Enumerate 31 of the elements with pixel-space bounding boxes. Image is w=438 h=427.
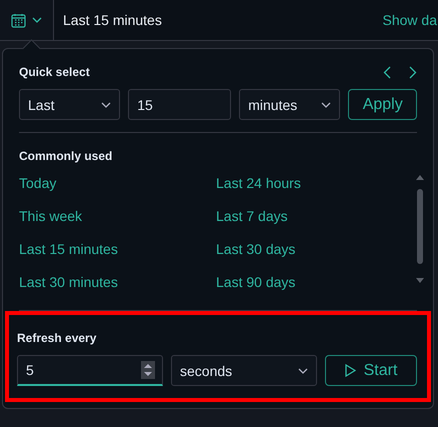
section-title: Refresh every bbox=[17, 331, 98, 345]
caret-icon bbox=[298, 368, 308, 374]
scrollbar-icon bbox=[415, 173, 425, 285]
unit-select[interactable]: minutes bbox=[239, 89, 340, 120]
quick-range-link[interactable]: Last 30 minutes bbox=[19, 274, 216, 298]
quick-range-link[interactable]: Last 7 days bbox=[216, 208, 396, 232]
quick-range-link[interactable]: Last 90 days bbox=[216, 274, 396, 298]
caret-icon bbox=[101, 102, 112, 108]
section-title: Quick select bbox=[19, 65, 90, 79]
quick-range-link[interactable]: Today bbox=[19, 175, 216, 199]
quick-range-link[interactable]: Last 24 hours bbox=[216, 175, 396, 199]
quick-range-link[interactable]: This week bbox=[19, 208, 216, 232]
quick-range-link[interactable]: Last 30 days bbox=[216, 241, 396, 265]
apply-button[interactable]: Apply bbox=[348, 89, 417, 120]
time-range-label: Last 15 minutes bbox=[62, 11, 163, 30]
play-icon bbox=[344, 364, 356, 377]
stepper-icon[interactable] bbox=[141, 361, 155, 379]
unit-select[interactable]: seconds bbox=[171, 355, 317, 386]
section-title: Commonly used bbox=[19, 149, 114, 163]
caret-icon bbox=[32, 17, 42, 23]
next-icon[interactable] bbox=[409, 66, 417, 78]
calendar-icon bbox=[11, 12, 26, 28]
previous-icon[interactable] bbox=[383, 66, 391, 78]
quick-range-link[interactable]: Last 15 minutes bbox=[19, 241, 216, 265]
caret-icon bbox=[321, 102, 332, 108]
value-field[interactable]: 15 bbox=[128, 89, 232, 120]
start-button[interactable]: Start bbox=[325, 355, 417, 386]
number-field[interactable]: 5 bbox=[17, 355, 163, 386]
show-dates-link[interactable]: Show da bbox=[382, 0, 438, 40]
direction-select[interactable]: Last bbox=[19, 89, 120, 120]
date-picker-button[interactable] bbox=[0, 0, 54, 40]
